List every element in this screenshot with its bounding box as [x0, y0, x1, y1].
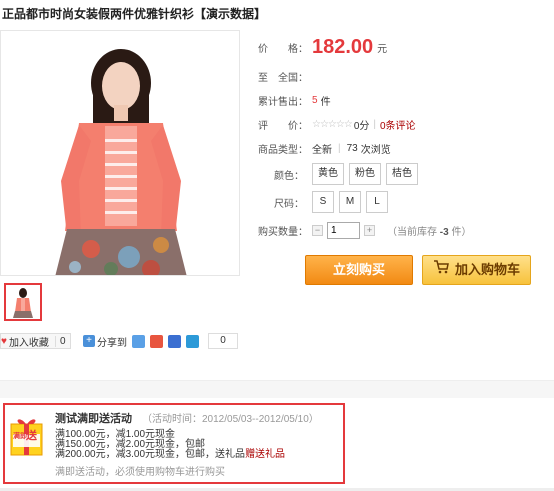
rating-label: 评 价：	[258, 121, 308, 132]
favorite-label: 加入收藏	[8, 337, 49, 349]
price-row: 价 格： 182.00 元	[258, 36, 387, 59]
promotion-rules: 满100.00元，减1.00元现金 满150.00元，减2.00元现金，包邮 满…	[55, 430, 285, 460]
quantity-plus-button[interactable]: +	[364, 225, 375, 236]
sold-count: 5	[312, 95, 318, 106]
qzone-icon[interactable]	[132, 334, 145, 348]
promotion-time: （活动时间：2012/05/03--2012/05/10）	[142, 414, 319, 425]
price-label: 价 格：	[258, 44, 308, 55]
size-row: 尺码： S M L	[258, 191, 393, 213]
category-label: 商品类型：	[258, 145, 308, 156]
price-unit: 元	[377, 44, 388, 55]
size-option-s[interactable]: S	[312, 191, 334, 213]
price-value: 182.00	[312, 36, 374, 58]
rating-row: 评 价： ☆☆☆☆☆ 0分 | 0条评论	[258, 117, 416, 132]
share-bar: + 分享到	[83, 333, 199, 349]
badge-char: 送	[26, 430, 37, 442]
sold-unit: 件	[320, 97, 331, 108]
stock-suffix: 件）	[451, 227, 472, 238]
share-count: 0	[208, 333, 238, 349]
size-label: 尺码：	[274, 198, 304, 210]
product-main-image[interactable]	[0, 30, 240, 276]
rating-score: 0分	[353, 121, 370, 132]
add-cart-label: 加入购物车	[454, 262, 520, 277]
rating-stars: ☆☆☆☆☆	[312, 119, 353, 130]
share-label[interactable]: 分享到	[97, 334, 127, 349]
add-to-cart-button[interactable]: 加入购物车	[422, 255, 531, 285]
category-value: 全新	[312, 145, 332, 156]
shipping-row: 至 全国：	[258, 69, 312, 84]
sold-label: 累计售出：	[258, 97, 308, 108]
color-label: 颜色：	[274, 170, 304, 182]
badge-text: 满即	[13, 433, 27, 440]
product-title: 正品都市时尚女装假两件优雅针织衫【演示数据】	[2, 7, 267, 21]
size-option-l[interactable]: L	[366, 191, 388, 213]
promotion-box: 满即 送 测试满即送活动 （活动时间：2012/05/03--2012/05/10…	[3, 403, 345, 484]
shipping-label: 至 全国：	[258, 73, 308, 84]
renren-icon[interactable]	[168, 334, 181, 348]
promotion-title: 测试满即送活动 （活动时间：2012/05/03--2012/05/10）	[55, 410, 319, 426]
promotion-rule: 满200.00元，减3.00元现金，包邮，送礼品赠送礼品	[55, 449, 286, 460]
buy-now-button[interactable]: 立刻购买	[305, 255, 413, 285]
color-row: 颜色： 黄色 粉色 桔色	[258, 163, 423, 185]
gift-link[interactable]: 赠送礼品	[245, 449, 285, 460]
comments-link[interactable]: 0条评论	[380, 117, 416, 132]
favorite-count: 0	[54, 335, 66, 347]
weibo-icon[interactable]	[150, 334, 163, 348]
quantity-minus-button[interactable]: −	[312, 225, 323, 236]
heart-icon: ♥	[1, 335, 7, 347]
color-option-pink[interactable]: 粉色	[349, 163, 381, 185]
views-count: 73	[346, 143, 358, 154]
sold-row: 累计售出： 5 件	[258, 93, 331, 108]
cart-icon	[433, 256, 449, 284]
promotion-note: 满即送活动，必须使用购物车进行购买	[55, 467, 225, 478]
color-option-yellow[interactable]: 黄色	[312, 163, 344, 185]
stock-info: （当前库存 -3 件）	[387, 223, 471, 238]
product-thumbnail[interactable]	[4, 283, 42, 321]
quantity-label: 购买数量：	[258, 227, 308, 238]
views-unit: 次浏览	[360, 145, 391, 156]
stock-prefix: （当前库存	[387, 227, 437, 238]
size-option-m[interactable]: M	[339, 191, 361, 213]
stock-value: -3	[439, 227, 449, 238]
section-divider	[0, 380, 554, 398]
tencent-weibo-icon[interactable]	[186, 334, 199, 348]
category-row: 商品类型： 全新 | 73 次浏览	[258, 143, 391, 156]
plus-icon[interactable]: +	[83, 335, 95, 347]
promotion-name: 测试满即送活动	[55, 413, 132, 425]
add-favorite-button[interactable]: ♥ 加入收藏 0	[0, 333, 71, 349]
quantity-row: 购买数量： − + （当前库存 -3 件）	[258, 222, 471, 239]
quantity-input[interactable]	[327, 222, 360, 239]
color-option-orange[interactable]: 桔色	[386, 163, 418, 185]
